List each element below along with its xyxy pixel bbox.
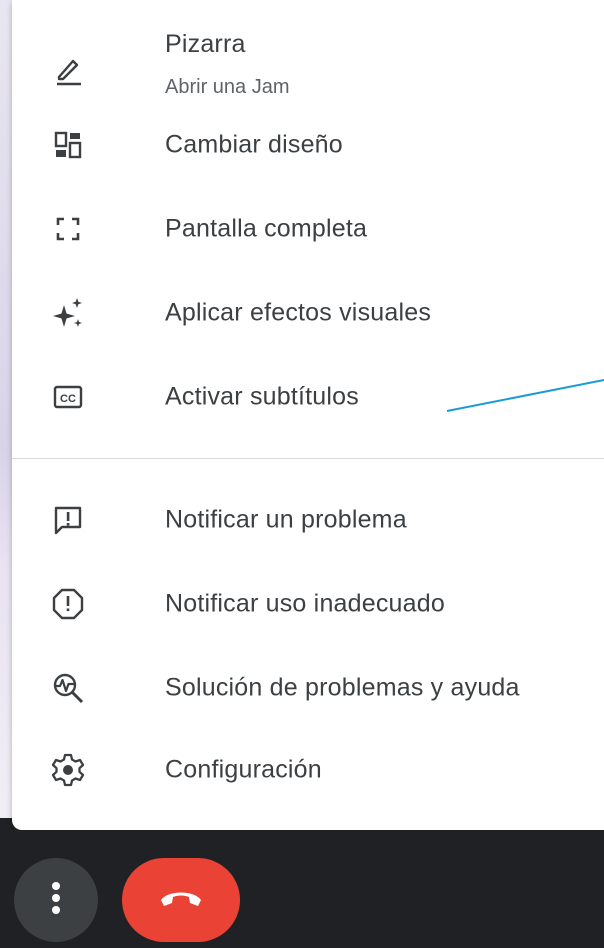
menu-item-whiteboard[interactable]: Pizarra Abrir una Jam xyxy=(12,20,604,116)
menu-item-settings[interactable]: Configuración xyxy=(12,730,604,810)
menu-item-visual-effects[interactable]: Aplicar efectos visuales xyxy=(12,273,604,353)
menu-item-report-abuse[interactable]: Notificar uso inadecuado xyxy=(12,564,604,644)
pencil-icon xyxy=(50,52,86,88)
troubleshoot-icon xyxy=(50,670,86,706)
menu-item-fullscreen[interactable]: Pantalla completa xyxy=(12,189,604,269)
end-call-button[interactable] xyxy=(122,858,240,942)
menu-item-label: Notificar uso inadecuado xyxy=(165,589,445,618)
menu-item-change-layout[interactable]: Cambiar diseño xyxy=(12,105,604,185)
more-vert-icon xyxy=(49,878,63,923)
gear-icon xyxy=(50,752,86,788)
menu-item-label: Aplicar efectos visuales xyxy=(165,298,432,327)
feedback-icon xyxy=(50,502,86,538)
menu-item-label: Pantalla completa xyxy=(165,214,368,243)
menu-item-label: Notificar un problema xyxy=(165,505,407,534)
menu-item-report-problem[interactable]: Notificar un problema xyxy=(12,480,604,560)
more-options-menu: Pizarra Abrir una Jam Cambiar diseño Pan… xyxy=(12,0,604,830)
menu-item-label: Solución de problemas y ayuda xyxy=(165,673,520,702)
menu-divider xyxy=(12,458,604,459)
menu-item-label: Cambiar diseño xyxy=(165,130,343,159)
menu-item-troubleshooting[interactable]: Solución de problemas y ayuda xyxy=(12,648,604,728)
sparkle-icon xyxy=(50,295,86,331)
more-options-button[interactable] xyxy=(14,858,98,942)
menu-item-label: Configuración xyxy=(165,755,322,784)
fullscreen-icon xyxy=(50,211,86,247)
menu-item-label: Activar subtítulos xyxy=(165,382,359,411)
call-end-icon xyxy=(158,885,204,916)
menu-item-sublabel: Abrir una Jam xyxy=(165,76,290,98)
svg-text:CC: CC xyxy=(60,393,76,405)
menu-item-label: Pizarra xyxy=(165,30,246,58)
closed-captions-icon: CC xyxy=(50,379,86,415)
background-video-strip xyxy=(0,0,12,818)
report-icon xyxy=(50,586,86,622)
layout-icon xyxy=(50,127,86,163)
menu-item-captions[interactable]: CC Activar subtítulos xyxy=(12,357,604,437)
